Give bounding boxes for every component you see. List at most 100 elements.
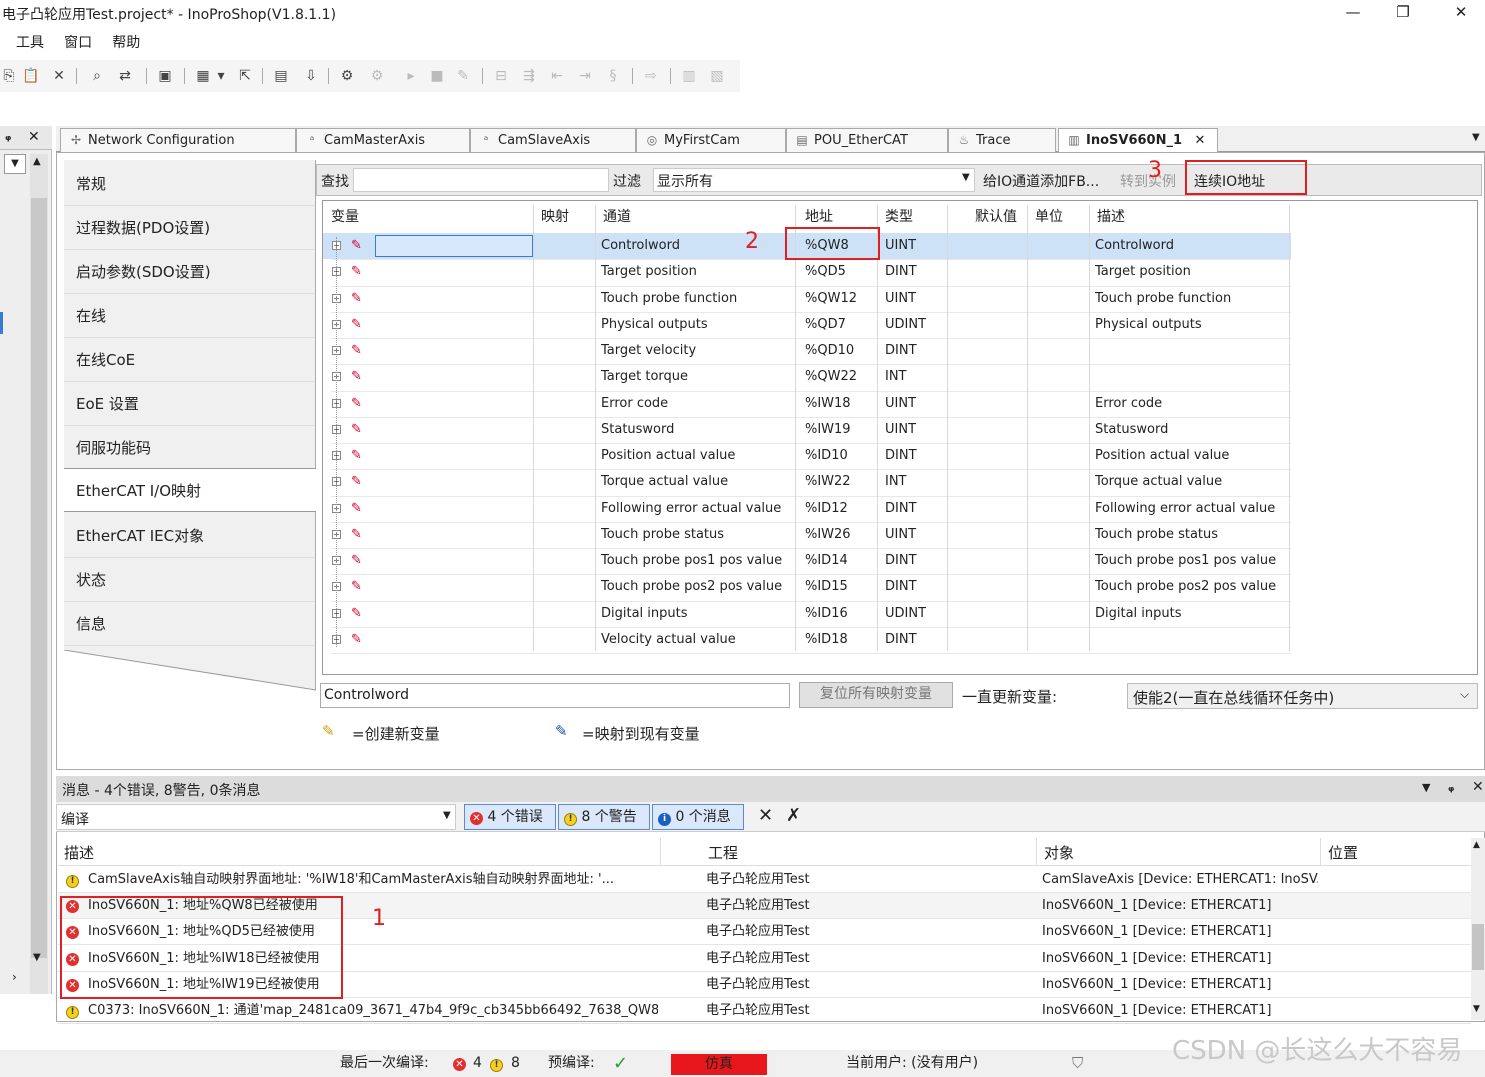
nav-ethercat-io-mapping[interactable]: EtherCAT I/O映射: [64, 468, 316, 512]
variable-input[interactable]: [375, 366, 525, 388]
io-row[interactable]: + ✎ Digital inputs %ID16 UDINT Digital inputs: [323, 601, 1291, 627]
nav-info[interactable]: 信息: [64, 602, 314, 646]
add-fb-button[interactable]: 给IO通道添加FB...: [983, 171, 1099, 191]
io-row[interactable]: + ✎ Touch probe status %IW26 UINT Touch probe…: [323, 522, 1291, 548]
copy-icon[interactable]: ⎘: [0, 67, 18, 85]
tab-network-configuration[interactable]: ✢ Network Configuration: [60, 128, 296, 152]
find-icon[interactable]: ⌕: [88, 67, 106, 85]
message-source-select[interactable]: 编译 ▼: [56, 804, 456, 830]
close-window-button[interactable]: ✕: [1438, 0, 1484, 26]
cycle-icon[interactable]: §: [604, 67, 622, 85]
col-channel[interactable]: 通道: [603, 205, 631, 229]
col-type[interactable]: 类型: [885, 205, 913, 229]
messages-filter-button[interactable]: i 0 个消息: [652, 804, 744, 830]
io-row[interactable]: + ✎ Velocity actual value %ID18 DINT: [323, 627, 1291, 653]
logout-icon[interactable]: ⚙: [368, 67, 386, 85]
variable-input[interactable]: [375, 629, 525, 651]
col-variable[interactable]: 变量: [331, 205, 359, 229]
nav-general[interactable]: 常规: [64, 162, 314, 206]
warnings-filter-button[interactable]: ! 8 个警告: [558, 804, 650, 830]
download-icon[interactable]: ⇩: [302, 67, 320, 85]
panel-dropdown[interactable]: ▼: [4, 154, 26, 174]
clear-all-icon[interactable]: ✗: [786, 805, 801, 826]
simulation-indicator[interactable]: 仿真: [671, 1054, 767, 1075]
breakpoint-icon[interactable]: ⊟: [492, 67, 510, 85]
close-panel-icon[interactable]: ✕: [1472, 779, 1484, 795]
pin-icon[interactable]: ᵩ: [1448, 780, 1454, 795]
clear-messages-icon[interactable]: ✕: [758, 805, 773, 826]
nav-pdo[interactable]: 过程数据(PDO设置): [64, 206, 314, 250]
variable-input[interactable]: [375, 471, 525, 493]
msg-col-project[interactable]: 工程: [708, 842, 738, 863]
io-row[interactable]: + ✎ Touch probe pos2 pos value %ID15 DINT Tou…: [323, 574, 1291, 600]
variable-input[interactable]: [375, 419, 525, 441]
forward-icon[interactable]: ⇨: [642, 67, 660, 85]
tab-camslaveaxis[interactable]: ᵃ CamSlaveAxis: [470, 128, 636, 152]
io-row[interactable]: + ✎ Touch probe function %QW12 UINT Touch pro…: [323, 286, 1291, 312]
selected-channel-field[interactable]: Controlword: [320, 683, 790, 708]
io-row[interactable]: + ✎ Target position %QD5 DINT Target position: [323, 259, 1291, 285]
variable-input[interactable]: [375, 393, 525, 415]
variable-input[interactable]: [375, 261, 525, 283]
message-row[interactable]: ! CamSlaveAxis轴自动映射界面地址: '%IW18'和CamMaste…: [58, 867, 1471, 893]
window-icon[interactable]: ▣: [156, 67, 174, 85]
tab-cammasteraxis[interactable]: ᵃ CamMasterAxis: [296, 128, 470, 152]
messages-scrollbar[interactable]: ▲ ▼: [1471, 838, 1485, 1020]
io-row[interactable]: + ✎ Torque actual value %IW22 INT Torque actu…: [323, 469, 1291, 495]
reset-icon[interactable]: ✎: [454, 67, 472, 85]
io-row[interactable]: + ✎ Touch probe pos1 pos value %ID14 DINT Tou…: [323, 548, 1291, 574]
filter-select[interactable]: 显示所有 ▼: [653, 168, 975, 192]
variable-input[interactable]: [375, 524, 525, 546]
tab-myfirstcam[interactable]: ◎ MyFirstCam: [636, 128, 786, 152]
nav-eoe[interactable]: EoE 设置: [64, 382, 314, 426]
io-row[interactable]: + ✎ Target torque %QW22 INT: [323, 364, 1291, 390]
menu-help[interactable]: 帮助: [112, 30, 140, 56]
io-row[interactable]: + ✎ Physical outputs %QD7 UDINT Physical outp…: [323, 312, 1291, 338]
paste-icon[interactable]: 📋: [22, 67, 40, 85]
unforce-icon[interactable]: ▧: [708, 67, 726, 85]
col-address[interactable]: 地址: [805, 205, 833, 229]
io-row[interactable]: + ✎ Position actual value %ID10 DINT Position…: [323, 443, 1291, 469]
col-description[interactable]: 描述: [1097, 205, 1125, 229]
build-icon[interactable]: ▤: [272, 67, 290, 85]
dropdown-icon[interactable]: ▾: [212, 67, 230, 85]
errors-filter-button[interactable]: ✕ 4 个错误: [464, 804, 556, 830]
stop-icon[interactable]: ■: [428, 67, 446, 85]
nav-status[interactable]: 状态: [64, 558, 314, 602]
nav-online-coe[interactable]: 在线CoE: [64, 338, 314, 382]
close-panel-icon[interactable]: ✕: [28, 129, 40, 145]
variable-input[interactable]: [375, 235, 533, 257]
col-default[interactable]: 默认值: [975, 205, 1017, 229]
nav-sdo[interactable]: 启动参数(SDO设置): [64, 250, 314, 294]
variable-input[interactable]: [375, 288, 525, 310]
col-unit[interactable]: 单位: [1035, 205, 1063, 229]
scroll-down-icon[interactable]: ▼: [33, 952, 41, 963]
tab-inosv660n-1[interactable]: ▥ InoSV660N_1 ✕: [1058, 128, 1218, 153]
step-out-icon[interactable]: ⇥: [576, 67, 594, 85]
nav-online[interactable]: 在线: [64, 294, 314, 338]
open-icon[interactable]: ⇱: [236, 67, 254, 85]
scroll-up-icon[interactable]: ▲: [33, 156, 41, 167]
tab-trace[interactable]: ♨ Trace: [948, 128, 1056, 152]
new-object-icon[interactable]: ▦: [194, 67, 212, 85]
tab-pou-ethercat[interactable]: ▤ POU_EtherCAT: [786, 128, 948, 152]
msg-col-position[interactable]: 位置: [1328, 842, 1358, 863]
col-mapping[interactable]: 映射: [541, 205, 569, 229]
tab-close-icon[interactable]: ✕: [1195, 133, 1206, 148]
maximize-button[interactable]: ❐: [1380, 0, 1426, 26]
io-row[interactable]: + ✎ Statusword %IW19 UINT Statusword: [323, 417, 1291, 443]
minimize-button[interactable]: —: [1330, 0, 1376, 26]
variable-input[interactable]: [375, 445, 525, 467]
nav-servo-params[interactable]: 伺服功能码: [64, 426, 314, 470]
nav-ethercat-iec-objects[interactable]: EtherCAT IEC对象: [64, 514, 314, 558]
reset-mapping-button[interactable]: 复位所有映射变量: [799, 682, 953, 708]
variable-input[interactable]: [375, 314, 525, 336]
io-row[interactable]: + ✎ Error code %IW18 UINT Error code: [323, 391, 1291, 417]
menu-tools[interactable]: 工具: [16, 30, 44, 56]
panel-menu-icon[interactable]: ▼: [1422, 781, 1430, 794]
run-icon[interactable]: ▸: [402, 67, 420, 85]
msg-col-object[interactable]: 对象: [1044, 842, 1074, 863]
message-row[interactable]: ! C0373: InoSV660N_1: 通道'map_2481ca09_367…: [58, 998, 1471, 1024]
pin-icon[interactable]: ᵩ: [5, 129, 11, 144]
find-input[interactable]: [353, 168, 609, 192]
